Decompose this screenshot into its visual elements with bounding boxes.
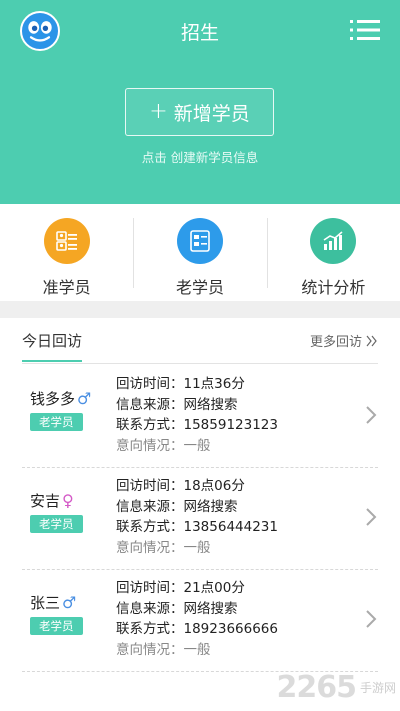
intent: 一般: [183, 437, 211, 454]
visits-header: 今日回访 更多回访: [22, 318, 378, 364]
student-type-badge: 老学员: [30, 515, 83, 533]
quick-action-prospective[interactable]: 准学员: [0, 204, 133, 301]
student-name: 钱多多 ♂: [30, 388, 100, 409]
visit-info: 回访时间：11点36分 信息来源：网络搜索 联系方式：15859123123 意…: [116, 374, 278, 456]
quick-action-label: 准学员: [42, 278, 91, 297]
quick-action-label: 老学员: [175, 278, 224, 297]
source: 网络搜索: [183, 498, 238, 515]
student-name-text: 安吉: [30, 492, 61, 510]
quick-action-existing[interactable]: 老学员: [133, 204, 266, 301]
visit-info: 回访时间：21点00分 信息来源：网络搜索 联系方式：18923666666 意…: [116, 578, 278, 660]
intent-label: 意向情况：: [116, 437, 184, 454]
double-chevron-right-icon: [366, 335, 377, 346]
intent: 一般: [183, 539, 211, 556]
chart-icon: [310, 218, 357, 264]
quick-action-label: 统计分析: [301, 278, 366, 297]
source-label: 信息来源：: [116, 498, 184, 515]
visit-row[interactable]: 张三 ♂ 老学员 回访时间：21点00分 信息来源：网络搜索 联系方式：1892…: [22, 570, 378, 672]
source-label: 信息来源：: [116, 396, 184, 413]
source: 网络搜索: [183, 600, 238, 617]
visit-time-label: 回访时间：: [116, 580, 184, 596]
menu-icon[interactable]: [350, 19, 380, 41]
contact-label: 联系方式：: [116, 417, 184, 433]
visit-row[interactable]: 安吉 ♀ 老学员 回访时间：18点06分 信息来源：网络搜索 联系方式：1385…: [22, 468, 378, 570]
watermark-number: 2265: [276, 670, 356, 705]
student-name-box: 张三 ♂ 老学员: [30, 592, 100, 635]
page-title: 招生: [180, 22, 219, 44]
source-label: 信息来源：: [116, 600, 184, 617]
add-student-label: 新增学员: [173, 102, 250, 125]
student-name-text: 张三: [30, 594, 61, 612]
student-type-badge: 老学员: [30, 413, 83, 431]
source: 网络搜索: [183, 396, 238, 413]
male-icon: ♂: [77, 389, 92, 408]
intent: 一般: [183, 641, 211, 658]
chevron-right-icon: [366, 508, 377, 526]
male-icon: ♂: [62, 593, 77, 612]
more-visits-label: 更多回访: [309, 335, 362, 350]
plus-icon: +: [149, 99, 168, 124]
more-visits-link[interactable]: 更多回访: [310, 331, 378, 350]
student-name: 张三 ♂: [30, 592, 100, 613]
visit-time: 18点06分: [183, 478, 245, 494]
student-name-box: 安吉 ♀ 老学员: [30, 490, 100, 533]
add-student-hint: 点击 创建新学员信息: [141, 150, 259, 165]
today-visits-panel: 今日回访 更多回访 钱多多 ♂ 老学员 回访时间：11点36分 信息来源：网络搜…: [0, 318, 400, 711]
visit-row[interactable]: 钱多多 ♂ 老学员 回访时间：11点36分 信息来源：网络搜索 联系方式：158…: [22, 366, 378, 468]
visit-info: 回访时间：18点06分 信息来源：网络搜索 联系方式：13856444231 意…: [116, 476, 278, 558]
contact: 15859123123: [183, 417, 278, 433]
add-student-button[interactable]: + 新增学员: [125, 88, 274, 136]
student-name-text: 钱多多: [30, 390, 76, 408]
header: 招生 + 新增学员 点击 创建新学员信息: [0, 0, 400, 204]
prospective-student-icon: [43, 218, 90, 264]
watermark: 2265 手游网: [276, 670, 396, 705]
visit-time-label: 回访时间：: [116, 478, 184, 494]
visit-time: 11点36分: [183, 376, 245, 392]
female-icon: ♀: [62, 491, 74, 510]
contact: 18923666666: [183, 621, 278, 637]
visits-title: 今日回访: [22, 330, 83, 362]
visit-time-label: 回访时间：: [116, 376, 184, 392]
contact-label: 联系方式：: [116, 519, 184, 535]
intent-label: 意向情况：: [116, 539, 184, 556]
contact: 13856444231: [183, 519, 278, 535]
existing-student-icon: [176, 218, 223, 264]
chevron-right-icon: [366, 610, 377, 628]
contact-label: 联系方式：: [116, 621, 184, 637]
student-name-box: 钱多多 ♂ 老学员: [30, 388, 100, 431]
chevron-right-icon: [366, 406, 377, 424]
student-type-badge: 老学员: [30, 617, 83, 635]
watermark-text: 手游网: [359, 681, 396, 695]
quick-actions: 准学员 老学员 统计分析: [0, 204, 400, 301]
intent-label: 意向情况：: [116, 641, 184, 658]
quick-action-statistics[interactable]: 统计分析: [266, 204, 400, 301]
student-name: 安吉 ♀: [30, 490, 100, 511]
visit-time: 21点00分: [183, 580, 245, 596]
